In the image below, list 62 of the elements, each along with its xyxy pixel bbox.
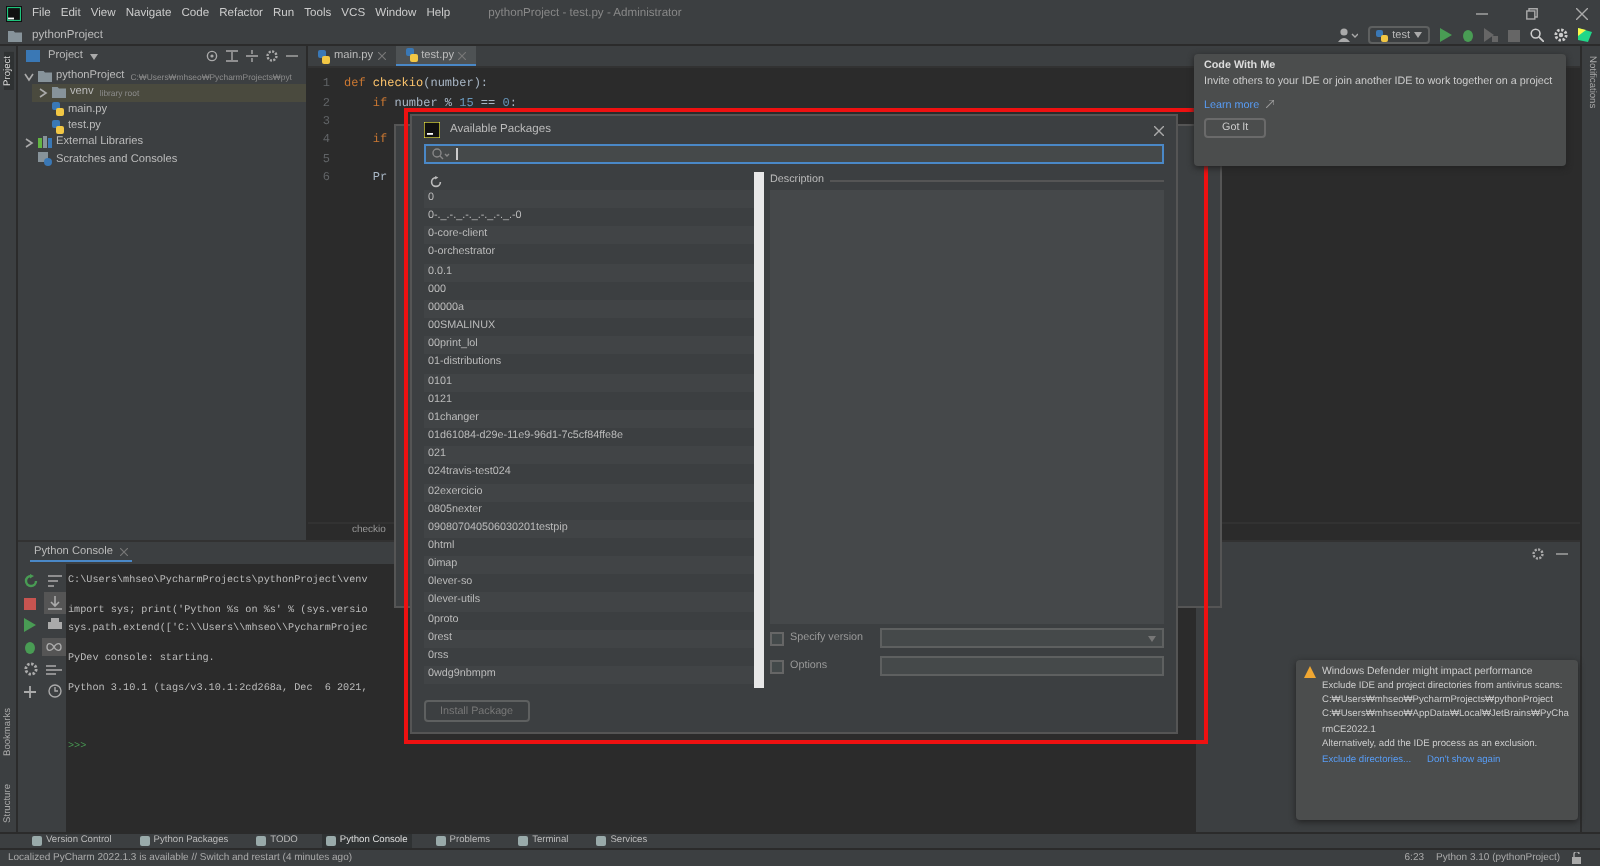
settings-icon[interactable] xyxy=(23,662,37,676)
settings-icon[interactable] xyxy=(1554,28,1568,42)
lock-icon[interactable] xyxy=(1572,852,1584,864)
run-icon[interactable] xyxy=(1440,28,1452,42)
checkbox[interactable] xyxy=(770,659,784,673)
options-field[interactable] xyxy=(880,656,1164,676)
clock-icon[interactable] xyxy=(47,684,61,698)
scrollbar[interactable] xyxy=(754,172,764,688)
plus-icon[interactable] xyxy=(24,685,36,697)
project-icon xyxy=(26,50,40,62)
app-logo-icon xyxy=(424,122,440,138)
search-icon[interactable] xyxy=(1530,28,1544,42)
history-icon[interactable] xyxy=(46,663,62,675)
expand-icon[interactable] xyxy=(246,50,258,62)
square-icon xyxy=(256,836,267,846)
square-icon xyxy=(596,836,607,846)
refresh-icon[interactable] xyxy=(430,175,442,187)
stop-icon[interactable] xyxy=(24,597,36,609)
collapse-icon[interactable] xyxy=(226,50,238,62)
external-link-icon xyxy=(1265,99,1274,107)
close-icon[interactable] xyxy=(1154,125,1164,135)
minimize-icon[interactable] xyxy=(1476,7,1488,19)
restore-icon[interactable] xyxy=(1526,7,1538,19)
infinity-icon[interactable] xyxy=(46,642,62,652)
format-icon[interactable] xyxy=(47,574,61,588)
square-icon xyxy=(32,836,42,846)
square-icon xyxy=(518,836,529,846)
toolbox-logo-icon[interactable] xyxy=(1578,28,1592,42)
user-icon[interactable] xyxy=(1338,28,1359,42)
bug-icon[interactable] xyxy=(24,640,36,654)
scratch-icon xyxy=(38,152,52,167)
search-field[interactable] xyxy=(424,144,1164,164)
square-icon xyxy=(139,836,150,846)
run-icon[interactable] xyxy=(24,618,36,632)
caret-icon xyxy=(24,137,34,148)
close-icon[interactable] xyxy=(119,548,127,556)
close-icon[interactable] xyxy=(1576,7,1588,19)
settings-icon[interactable] xyxy=(1532,547,1544,559)
square-icon xyxy=(435,836,446,846)
warning-icon xyxy=(1304,666,1316,678)
rerun-icon[interactable] xyxy=(23,574,37,588)
python-file-icon xyxy=(318,49,330,63)
coverage-icon[interactable] xyxy=(1484,28,1498,42)
print-icon[interactable] xyxy=(47,618,61,632)
target-icon[interactable] xyxy=(206,50,218,62)
minimize-icon[interactable] xyxy=(286,50,298,62)
caret-icon xyxy=(1148,635,1156,641)
stop-icon[interactable] xyxy=(1508,29,1520,41)
search-icon xyxy=(432,148,450,160)
python-file-icon xyxy=(405,48,418,62)
scroll-to-end-icon[interactable] xyxy=(47,596,61,610)
python-icon xyxy=(1376,29,1389,41)
caret-icon[interactable] xyxy=(90,53,99,59)
caret-icon xyxy=(1414,32,1422,38)
close-icon[interactable] xyxy=(377,52,386,60)
square-icon xyxy=(325,836,336,846)
app-logo-icon xyxy=(6,5,22,21)
library-icon xyxy=(38,136,52,149)
bug-icon[interactable] xyxy=(1462,28,1474,42)
checkbox[interactable] xyxy=(770,631,784,645)
minimize-icon[interactable] xyxy=(1556,547,1568,559)
settings-icon[interactable] xyxy=(266,50,278,62)
